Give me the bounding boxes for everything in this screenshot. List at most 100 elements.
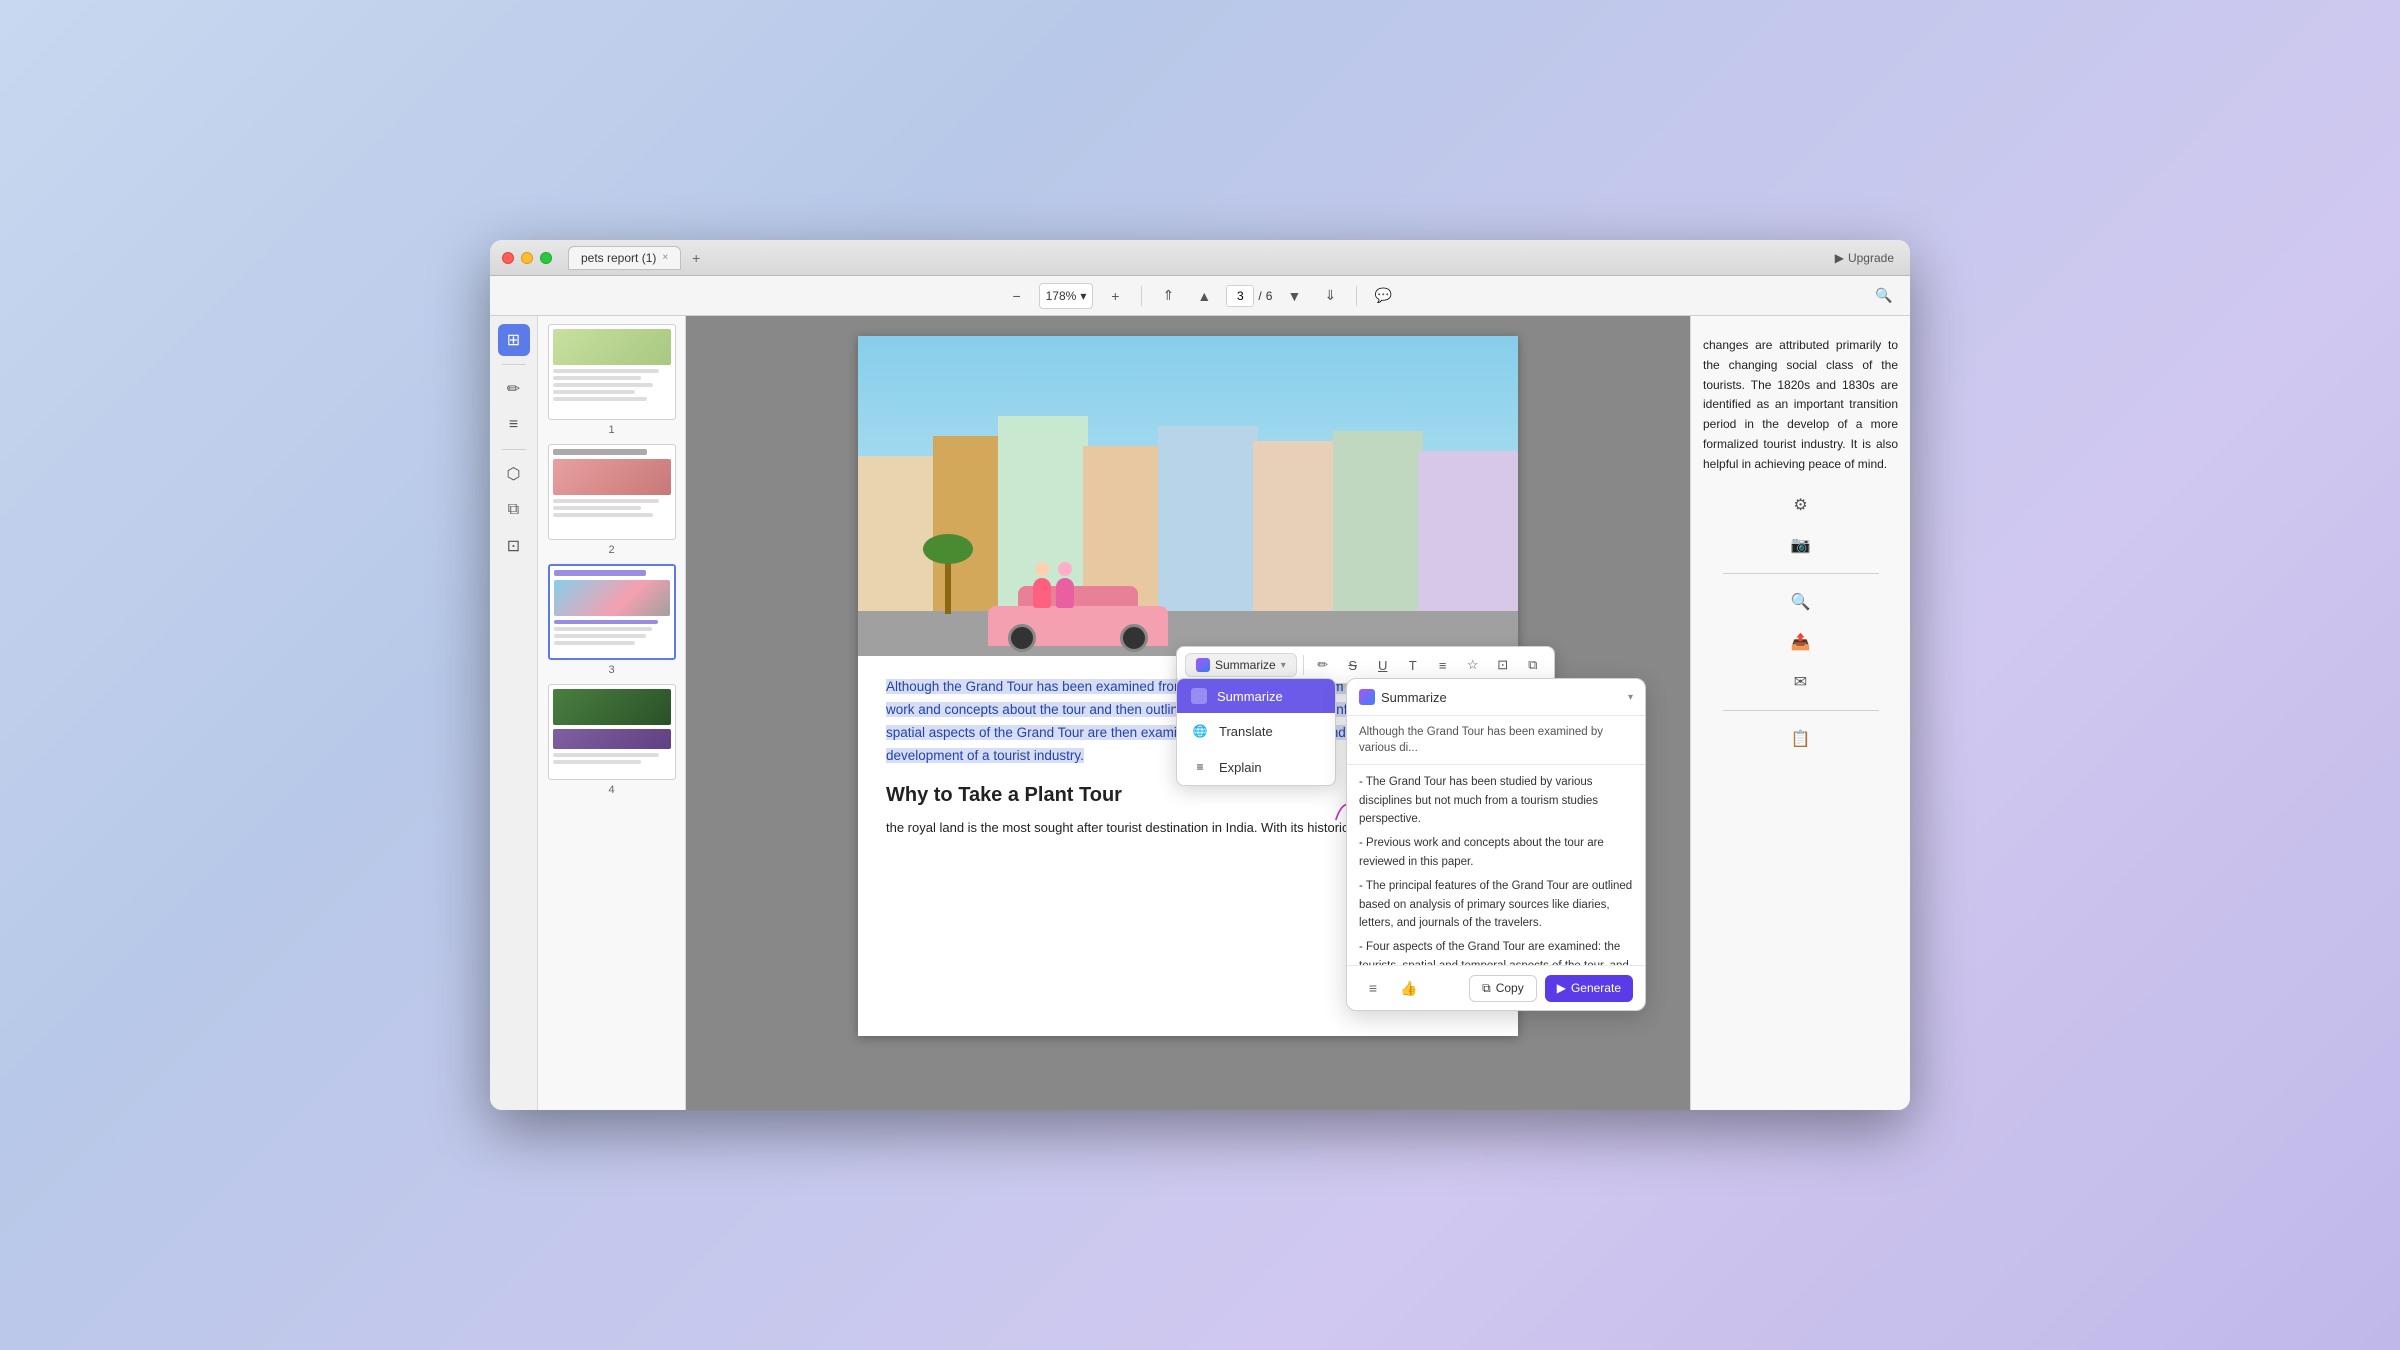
dropdown-explain-icon: ≡	[1191, 758, 1209, 776]
copy-icon: ⧉	[1482, 981, 1491, 996]
last-page-button[interactable]: ⇓	[1316, 282, 1344, 310]
thumbnail-4[interactable]: 4	[546, 684, 677, 796]
dropdown-translate-item[interactable]: 🌐 Translate	[1177, 713, 1335, 749]
summarize-panel-preview: Although the Grand Tour has been examine…	[1347, 716, 1645, 765]
tab-bar: pets report (1) × +	[568, 246, 1835, 270]
ft-note-button[interactable]: ≡	[1430, 652, 1456, 678]
summarize-chevron-icon: ▾	[1281, 660, 1286, 671]
summarize-bullet-4: - Four aspects of the Grand Tour are exa…	[1359, 938, 1633, 965]
sidebar-forms-button[interactable]: ≡	[498, 409, 530, 441]
summarize-panel-footer: ≡ 👍 ⧉ Copy ▶ Generate	[1347, 965, 1645, 1010]
summarize-panel-header: Summarize ▾	[1347, 679, 1645, 716]
sidebar-layers-button[interactable]: ⬡	[498, 458, 530, 490]
thumbnail-1-image	[548, 324, 676, 420]
page-navigation: / 6	[1226, 285, 1272, 307]
right-panel-share-button[interactable]: 📤	[1785, 626, 1817, 658]
search-button[interactable]: 🔍	[1870, 282, 1898, 310]
summarize-icon	[1196, 658, 1210, 672]
thumbnail-2[interactable]: 2	[546, 444, 677, 556]
document-toolbar: − 178% ▾ + ⇑ ▲ / 6 ▼ ⇓ 💬 🔍	[490, 276, 1910, 316]
generate-label: Generate	[1571, 981, 1621, 995]
ft-bookmark-button[interactable]: ☆	[1460, 652, 1486, 678]
zoom-out-button[interactable]: −	[1003, 282, 1031, 310]
page-separator: /	[1258, 289, 1261, 303]
summarize-bullet-3: - The principal features of the Grand To…	[1359, 877, 1633, 932]
zoom-in-button[interactable]: +	[1101, 282, 1129, 310]
zoom-display[interactable]: 178% ▾	[1039, 283, 1094, 309]
summarize-dropdown-menu: Summarize 🌐 Translate ≡ Explain	[1176, 678, 1336, 786]
right-panel-clipboard-button[interactable]: 📋	[1785, 723, 1817, 755]
prev-page-button[interactable]: ▲	[1190, 282, 1218, 310]
thumbnail-1-number: 1	[608, 424, 614, 436]
sidebar-copy-button[interactable]: ⧉	[498, 494, 530, 526]
first-page-button[interactable]: ⇑	[1154, 282, 1182, 310]
dropdown-explain-label: Explain	[1219, 760, 1262, 775]
sidebar-extra-button[interactable]: ⊡	[498, 530, 530, 562]
ft-text-button[interactable]: T	[1400, 652, 1426, 678]
right-panel-email-button[interactable]: ✉	[1785, 666, 1817, 698]
next-page-button[interactable]: ▼	[1280, 282, 1308, 310]
main-content: ⊞ ✏ ≡ ⬡ ⧉ ⊡	[490, 316, 1910, 1110]
thumbnail-4-image	[548, 684, 676, 780]
dropdown-translate-icon: 🌐	[1191, 722, 1209, 740]
thumbnail-2-number: 2	[608, 544, 614, 556]
summarize-panel-chevron-icon[interactable]: ▾	[1628, 692, 1633, 703]
right-panel-separator-1	[1723, 573, 1879, 574]
thumbnail-1[interactable]: 1	[546, 324, 677, 436]
tab-close-button[interactable]: ×	[662, 252, 668, 263]
ft-copy-button[interactable]: ⧉	[1520, 652, 1546, 678]
right-panel-settings-button[interactable]: ⚙	[1785, 489, 1817, 521]
comment-button[interactable]: 💬	[1369, 282, 1397, 310]
right-panel-separator-2	[1723, 710, 1879, 711]
new-tab-button[interactable]: +	[687, 249, 705, 267]
ft-separator-1	[1303, 655, 1304, 675]
close-window-button[interactable]	[502, 252, 514, 264]
summarize-bullet-1: - The Grand Tour has been studied by var…	[1359, 773, 1633, 828]
summarize-dropdown-button[interactable]: Summarize ▾	[1185, 653, 1297, 677]
ft-underline-button[interactable]: U	[1370, 652, 1396, 678]
summarize-copy-button[interactable]: ⧉ Copy	[1469, 975, 1537, 1002]
generate-icon: ▶	[1557, 981, 1566, 995]
page-number-input[interactable]	[1226, 285, 1254, 307]
summarize-footer-icons: ≡ 👍	[1359, 974, 1423, 1002]
ft-stamp-button[interactable]: ⊡	[1490, 652, 1516, 678]
thumbnail-3-image	[548, 564, 676, 660]
thumbnail-3-number: 3	[608, 664, 614, 676]
zoom-out-icon: −	[1013, 288, 1021, 304]
dropdown-summarize-icon	[1191, 688, 1207, 704]
document-header-image	[858, 336, 1518, 656]
dropdown-explain-item[interactable]: ≡ Explain	[1177, 749, 1335, 785]
ft-pen-button[interactable]: ✏	[1310, 652, 1336, 678]
icon-separator-1	[502, 364, 526, 365]
document-area[interactable]: Although the Grand Tour has been examine…	[686, 316, 1690, 1110]
icon-sidebar: ⊞ ✏ ≡ ⬡ ⧉ ⊡	[490, 316, 538, 1110]
thumbnail-2-image	[548, 444, 676, 540]
summarize-panel-icon	[1359, 689, 1375, 705]
ft-strikethrough-button[interactable]: S	[1340, 652, 1366, 678]
dropdown-summarize-label: Summarize	[1217, 689, 1283, 704]
sidebar-annotate-button[interactable]: ✏	[498, 373, 530, 405]
dropdown-translate-label: Translate	[1219, 724, 1273, 739]
right-panel-search-button[interactable]: 🔍	[1785, 586, 1817, 618]
summarize-panel-title: Summarize	[1381, 690, 1447, 705]
summarize-panel: Summarize ▾ Although the Grand Tour has …	[1346, 678, 1646, 1011]
toolbar-separator-1	[1141, 286, 1142, 306]
summarize-generate-button[interactable]: ▶ Generate	[1545, 975, 1633, 1002]
right-panel-body-text: changes are attributed primarily to the …	[1703, 338, 1898, 471]
summarize-thumbsup-icon[interactable]: 👍	[1395, 974, 1423, 1002]
summarize-feedback-icon[interactable]: ≡	[1359, 974, 1387, 1002]
thumbnail-3[interactable]: 3	[546, 564, 677, 676]
right-panel-image-button[interactable]: 📷	[1785, 529, 1817, 561]
minimize-window-button[interactable]	[521, 252, 533, 264]
car-illustration	[978, 576, 1178, 646]
tab-pets-report[interactable]: pets report (1) ×	[568, 246, 681, 270]
maximize-window-button[interactable]	[540, 252, 552, 264]
title-bar: pets report (1) × + ▶ Upgrade	[490, 240, 1910, 276]
upgrade-button[interactable]: ▶ Upgrade	[1835, 251, 1894, 265]
dropdown-summarize-item[interactable]: Summarize	[1177, 679, 1335, 713]
sidebar-pages-button[interactable]: ⊞	[498, 324, 530, 356]
thumbnail-panel: 1 2	[538, 316, 686, 1110]
summarize-panel-title-row: Summarize	[1359, 689, 1447, 705]
icon-separator-2	[502, 449, 526, 450]
summarize-label: Summarize	[1215, 658, 1276, 672]
